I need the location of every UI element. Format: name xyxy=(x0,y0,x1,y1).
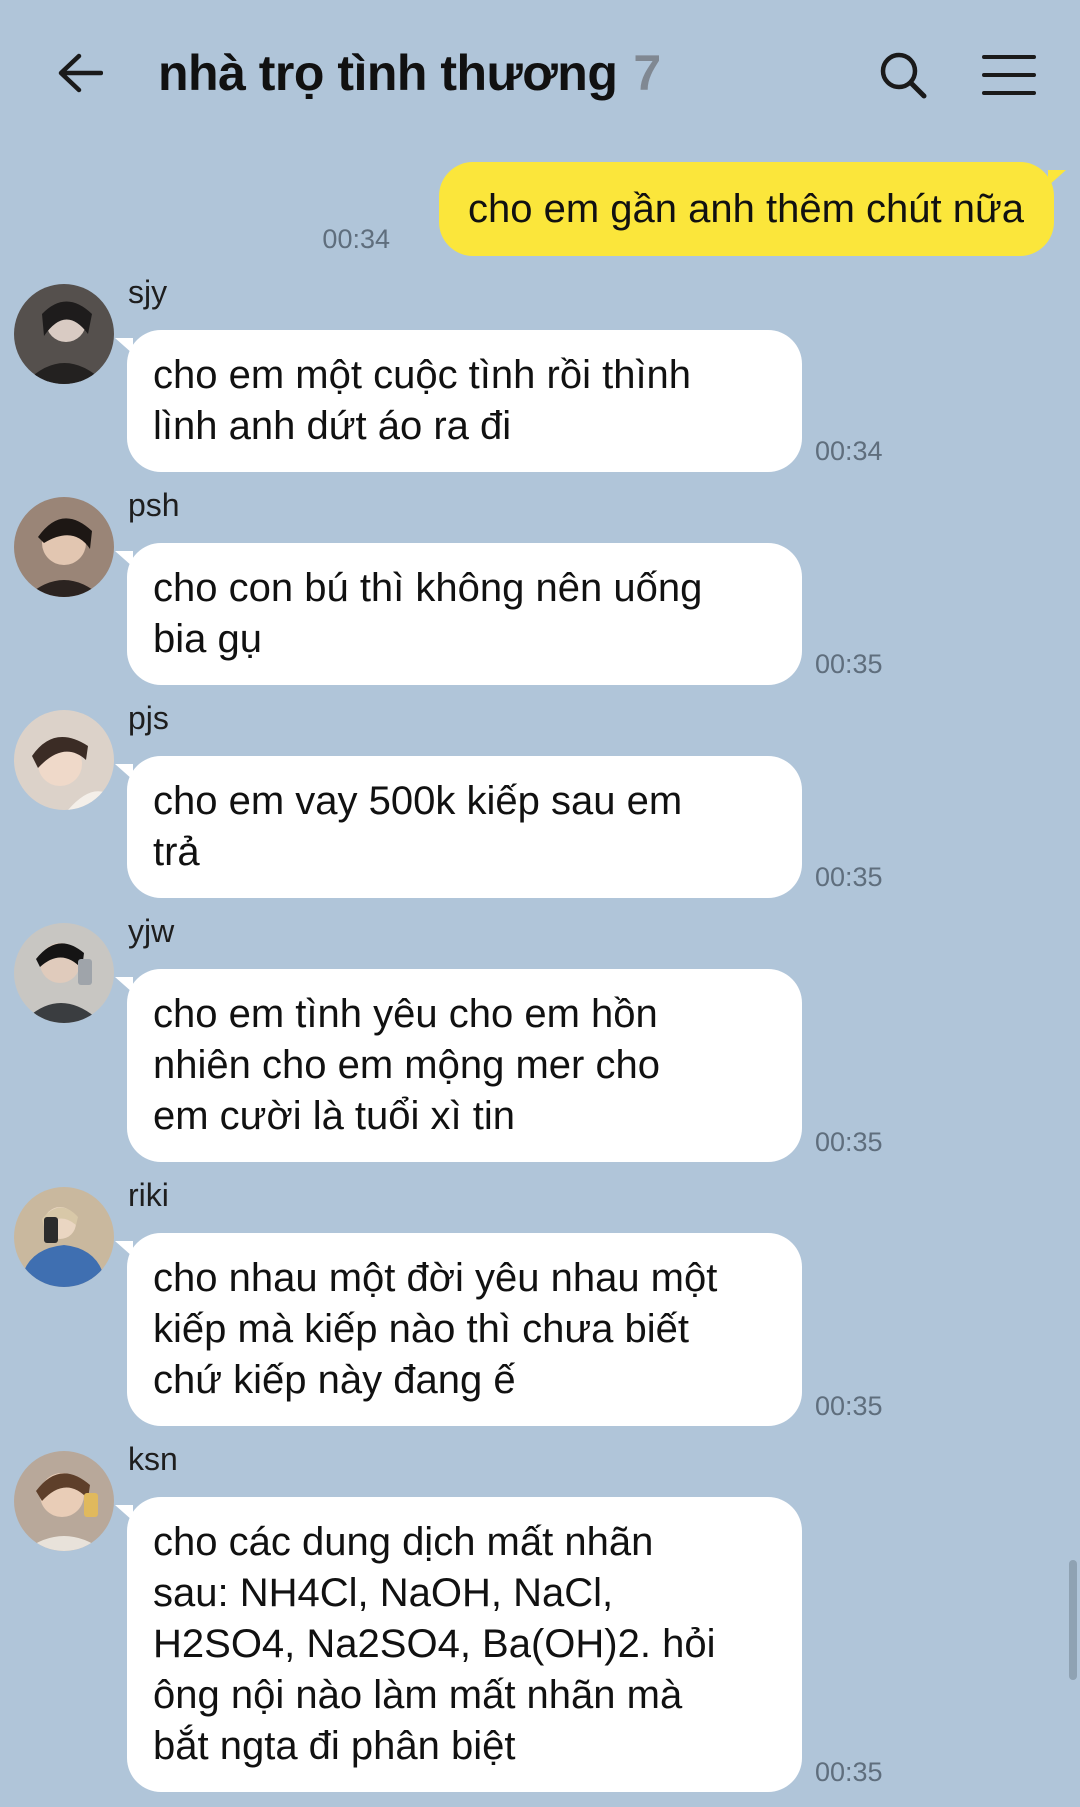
hamburger-menu-icon xyxy=(982,55,1036,95)
message-bubble[interactable]: cho em tình yêu cho em hồn nhiên cho em … xyxy=(115,969,802,1162)
sender-name: psh xyxy=(128,487,180,523)
outgoing-message: 00:34 cho em gần anh thêm chút nữa xyxy=(0,160,1080,260)
message-line: em cười là tuổi xì tin xyxy=(153,1094,516,1138)
message-bubble[interactable]: cho nhau một đời yêu nhau một kiếp mà ki… xyxy=(115,1233,802,1426)
sender-name: pjs xyxy=(128,700,169,736)
message-bubble[interactable]: cho em vay 500k kiếp sau em trả xyxy=(115,756,802,898)
message-line: nhiên cho em mộng mer cho xyxy=(153,1043,660,1087)
message-line: bắt ngta đi phân biệt xyxy=(153,1724,516,1768)
menu-button[interactable] xyxy=(972,40,1046,110)
message-line: cho con bú thì không nên uống xyxy=(153,566,703,610)
message-time: 00:34 xyxy=(815,436,883,466)
search-icon xyxy=(880,52,927,99)
message-time: 00:35 xyxy=(815,862,883,892)
sender-name: ksn xyxy=(128,1441,178,1477)
scrollbar-thumb[interactable] xyxy=(1069,1560,1077,1680)
message-line: ông nội nào làm mất nhãn mà xyxy=(153,1673,683,1717)
sender-name: riki xyxy=(128,1177,169,1213)
avatar[interactable] xyxy=(14,923,114,1023)
message-time: 00:35 xyxy=(815,649,883,679)
message-line: sau: NH4Cl, NaOH, NaCl, xyxy=(153,1571,614,1615)
message-line: cho các dung dịch mất nhãn xyxy=(153,1520,654,1564)
outgoing-bubble[interactable]: cho em gần anh thêm chút nữa xyxy=(438,162,1067,256)
avatar[interactable] xyxy=(14,497,114,597)
member-count: 7 xyxy=(633,45,661,101)
chat-header: nhà trọ tình thương 7 xyxy=(0,0,1080,150)
message-line: kiếp mà kiếp nào thì chưa biết xyxy=(153,1307,689,1351)
message-line: cho em một cuộc tình rồi thình xyxy=(153,353,692,397)
message-line: H2SO4, Na2SO4, Ba(OH)2. hỏi xyxy=(153,1622,716,1666)
avatar[interactable] xyxy=(14,1451,114,1551)
message-time: 00:35 xyxy=(815,1757,883,1787)
message-time: 00:35 xyxy=(815,1391,883,1421)
avatar[interactable] xyxy=(14,1187,114,1287)
message-line: chứ kiếp này đang ế xyxy=(153,1358,516,1402)
sender-name: yjw xyxy=(128,913,175,949)
avatar[interactable] xyxy=(14,284,114,384)
message-line: trả xyxy=(153,830,200,874)
message-line: bia gụ xyxy=(153,617,262,661)
chat-name: nhà trọ tình thương xyxy=(158,45,618,101)
message-time: 00:35 xyxy=(815,1127,883,1157)
message-bubble[interactable]: cho con bú thì không nên uống bia gụ xyxy=(115,543,802,685)
sender-name: sjy xyxy=(128,274,168,310)
arrow-left-icon xyxy=(58,53,103,93)
chat-title: nhà trọ tình thương 7 xyxy=(158,44,661,102)
message-line: cho nhau một đời yêu nhau một xyxy=(153,1256,718,1300)
search-button[interactable] xyxy=(868,40,938,110)
avatar[interactable] xyxy=(14,710,114,810)
message-line: cho em vay 500k kiếp sau em xyxy=(153,779,683,823)
message-time: 00:34 xyxy=(322,224,390,254)
message-bubble[interactable]: cho các dung dịch mất nhãn sau: NH4Cl, N… xyxy=(115,1497,802,1792)
message-bubble[interactable]: cho em một cuộc tình rồi thình lình anh … xyxy=(115,330,802,472)
message-line: lình anh dứt áo ra đi xyxy=(153,404,512,448)
message-line: cho em tình yêu cho em hồn xyxy=(153,992,658,1036)
back-button[interactable] xyxy=(40,38,120,108)
